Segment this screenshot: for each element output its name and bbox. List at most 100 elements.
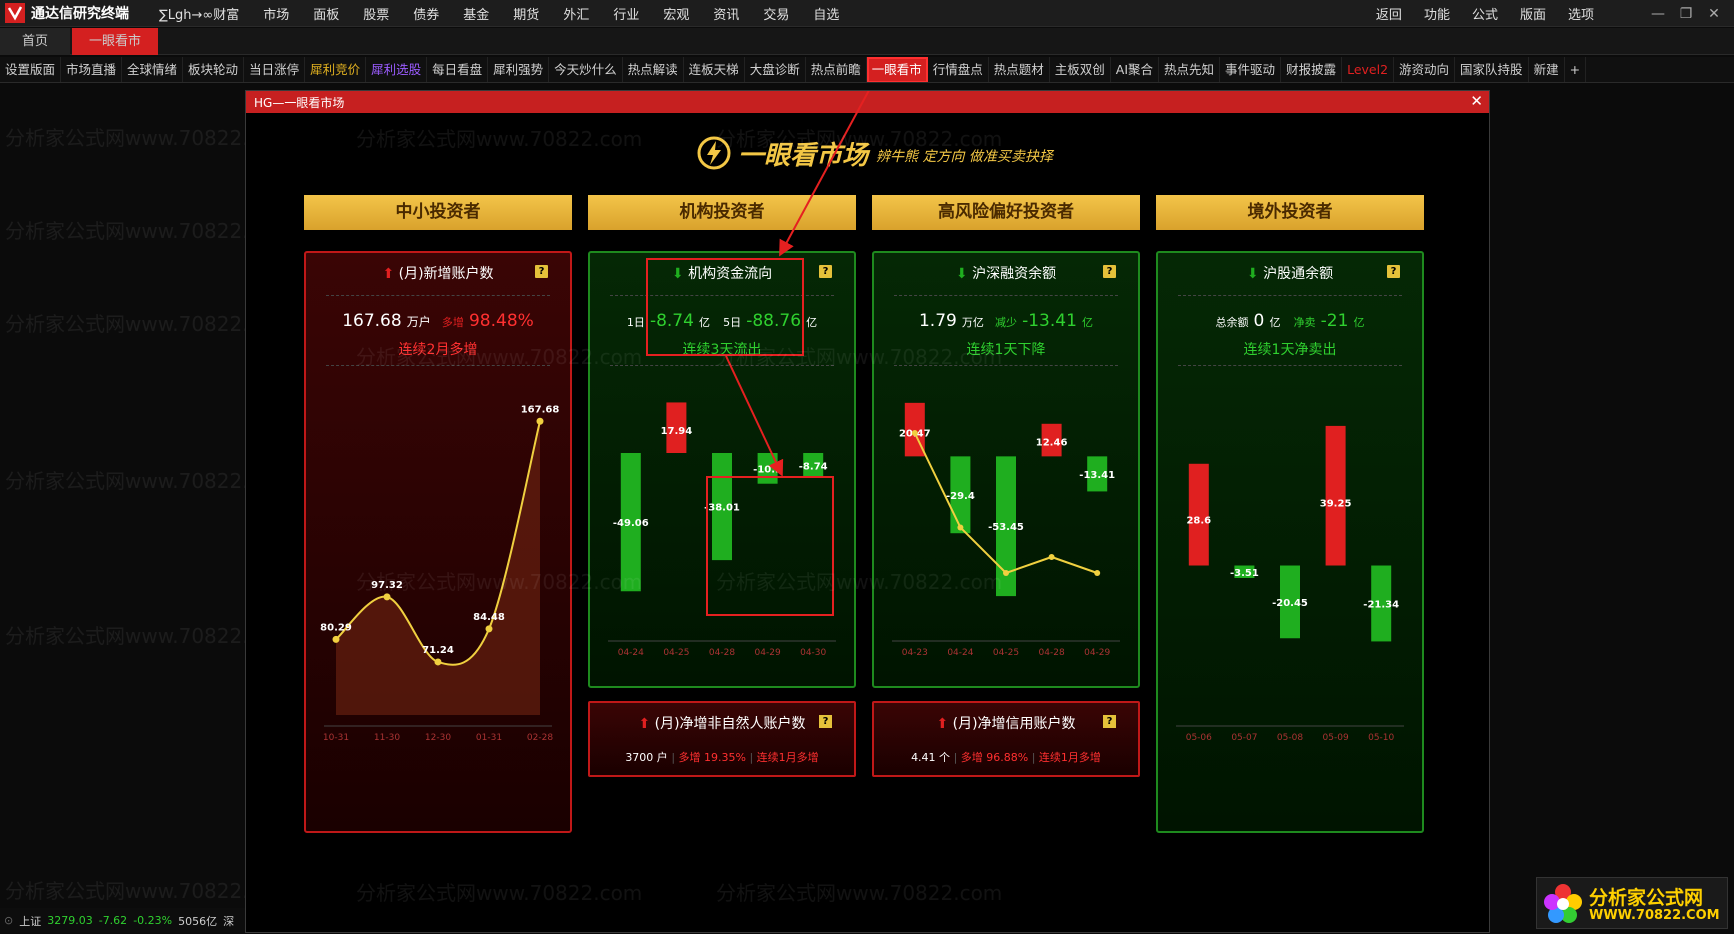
- right-menu-item[interactable]: 版面: [1520, 4, 1546, 23]
- toolbar-item[interactable]: 一眼看市: [867, 57, 928, 83]
- menu-item[interactable]: 面板: [313, 4, 339, 23]
- divider: [1178, 295, 1402, 296]
- toolbar-item[interactable]: 行情盘点: [928, 57, 989, 83]
- toolbar-item[interactable]: 热点前瞻: [806, 57, 867, 83]
- toolbar-item[interactable]: 设置版面: [0, 57, 61, 83]
- x-tick-label: 04-29: [1084, 648, 1110, 658]
- site-logo: 分析家公式网 WWW.70822.COM: [1536, 877, 1728, 929]
- tab-yiyan-kanshi[interactable]: 一眼看市: [72, 28, 158, 55]
- help-icon[interactable]: ?: [1387, 265, 1400, 278]
- toolbar-item[interactable]: 游资动向: [1394, 57, 1455, 83]
- toolbar-item[interactable]: 财报披露: [1281, 57, 1342, 83]
- close-window-icon[interactable]: ✕: [1700, 6, 1728, 22]
- restore-icon[interactable]: ❐: [1672, 6, 1700, 22]
- chart-bar: [1326, 426, 1346, 566]
- net-value: -21: [1321, 311, 1349, 331]
- panel-close-icon[interactable]: ✕: [1470, 92, 1483, 110]
- credit-values: 4.41 个 | 多增 96.88% | 连续1月多增: [874, 749, 1138, 765]
- bar-data-label: -20.45: [1272, 598, 1308, 609]
- menu-item[interactable]: 股票: [363, 4, 389, 23]
- total-label: 总余额: [1215, 316, 1248, 329]
- column-header-foreign: 境外投资者: [1156, 195, 1424, 230]
- toolbar-item[interactable]: 犀利竞价: [305, 57, 366, 83]
- bar-data-label: -49.06: [613, 518, 649, 529]
- arrow-up-icon: ⬆: [638, 716, 650, 732]
- menu-item[interactable]: 债券: [413, 4, 439, 23]
- help-icon[interactable]: ?: [819, 265, 832, 278]
- d5-value: -88.76: [746, 311, 801, 331]
- toolbar-item[interactable]: 新建: [1529, 57, 1565, 83]
- credit-value: 4.41 个: [911, 751, 950, 764]
- help-icon[interactable]: ?: [819, 715, 832, 728]
- toolbar-item[interactable]: 犀利选股: [366, 57, 427, 83]
- help-icon[interactable]: ?: [1103, 715, 1116, 728]
- x-tick-label: 04-25: [993, 648, 1019, 658]
- tab-home[interactable]: 首页: [0, 28, 70, 55]
- menu-item[interactable]: 资讯: [713, 4, 739, 23]
- toolbar-item[interactable]: Level2: [1342, 57, 1394, 83]
- toolbar-item[interactable]: 板块轮动: [183, 57, 244, 83]
- right-menu-item[interactable]: 功能: [1424, 4, 1450, 23]
- toolbar-item[interactable]: 事件驱动: [1220, 57, 1281, 83]
- toolbar-item[interactable]: 热点题材: [989, 57, 1050, 83]
- help-icon[interactable]: ?: [535, 265, 548, 278]
- x-tick-label: 05-07: [1231, 733, 1257, 743]
- divider: [1178, 365, 1402, 366]
- toolbar-item[interactable]: 大盘诊断: [745, 57, 806, 83]
- toolbar-item[interactable]: 主板双创: [1050, 57, 1111, 83]
- toolbar-item[interactable]: +: [1565, 57, 1586, 83]
- new-accounts-chart: 80.2910-3197.3211-3071.2412-3084.4801-31…: [306, 373, 570, 748]
- market-overview-panel: HG—一眼看市场 ✕ 一眼看市场 辨牛熊 定方向 做准买卖抉择 中小投资者 机构…: [245, 90, 1490, 933]
- menu-item[interactable]: 自选: [813, 4, 839, 23]
- menu-item[interactable]: 外汇: [563, 4, 589, 23]
- credit-trend: 连续1月多增: [1039, 751, 1101, 764]
- data-label: 97.32: [371, 580, 403, 591]
- menu-item[interactable]: 宏观: [663, 4, 689, 23]
- nonnatural-value: 3700 户: [625, 751, 668, 764]
- toolbar-item[interactable]: 每日看盘: [427, 57, 488, 83]
- right-menu-item[interactable]: 返回: [1376, 4, 1402, 23]
- index-value: 3279.03: [47, 914, 93, 927]
- x-tick-label: 05-10: [1368, 733, 1394, 743]
- window-controls: — ❐ ✕: [1644, 0, 1728, 27]
- status-icon: ⊙: [4, 914, 13, 927]
- toolbar-item[interactable]: 国家队持股: [1455, 57, 1529, 83]
- toolbar-item[interactable]: 连板天梯: [684, 57, 745, 83]
- trend-text: 连续3天流出: [590, 339, 854, 359]
- help-icon[interactable]: ?: [1103, 265, 1116, 278]
- data-point: [333, 636, 340, 643]
- right-menu-item[interactable]: 选项: [1568, 4, 1594, 23]
- toolbar-item[interactable]: 热点解读: [623, 57, 684, 83]
- turnover: 5056亿: [178, 913, 217, 929]
- toolbar-item[interactable]: 全球情绪: [122, 57, 183, 83]
- toolbar-item[interactable]: 热点先知: [1159, 57, 1220, 83]
- toolbar-item[interactable]: 市场直播: [61, 57, 122, 83]
- x-tick-label: 04-25: [663, 648, 689, 658]
- minimize-icon[interactable]: —: [1644, 6, 1672, 22]
- toolbar-item[interactable]: 今天炒什么: [549, 57, 623, 83]
- toolbar-item[interactable]: 犀利强势: [488, 57, 549, 83]
- menu-item[interactable]: 交易: [763, 4, 789, 23]
- toolbar-item[interactable]: 当日涨停: [244, 57, 305, 83]
- menu-item[interactable]: 基金: [463, 4, 489, 23]
- arrow-down-icon: ⬇: [1247, 266, 1259, 282]
- card-northbound-balance: ⬇ 沪股通余额 ? 总余额 0 亿 净卖 -21 亿 连续1天净卖出 28.60…: [1156, 251, 1424, 833]
- menu-item[interactable]: 市场: [263, 4, 289, 23]
- bar-data-label: 28.6: [1186, 516, 1211, 527]
- divider: [894, 295, 1118, 296]
- northbound-chart: 28.605-06-3.5105-07-20.4505-0839.2505-09…: [1158, 373, 1422, 748]
- toolbar-item[interactable]: AI聚合: [1111, 57, 1159, 83]
- overlay-point: [912, 430, 918, 436]
- brand-banner: 一眼看市场 辨牛熊 定方向 做准买卖抉择: [696, 133, 1116, 173]
- margin-value: 1.79: [919, 311, 957, 331]
- x-tick-label: 10-31: [323, 733, 349, 743]
- menu-item[interactable]: 期货: [513, 4, 539, 23]
- menu-item[interactable]: 行业: [613, 4, 639, 23]
- right-menu: 返回 功能 公式 版面 选项: [1354, 0, 1594, 27]
- index-name: 上证: [19, 913, 41, 929]
- right-menu-item[interactable]: 公式: [1472, 4, 1498, 23]
- divider: [610, 365, 834, 366]
- menu-item[interactable]: ∑Lgh→∞财富: [159, 4, 239, 23]
- watermark-text: 分析家公式网www.70822.com: [716, 877, 1002, 906]
- new-accounts-value: 167.68: [342, 311, 401, 331]
